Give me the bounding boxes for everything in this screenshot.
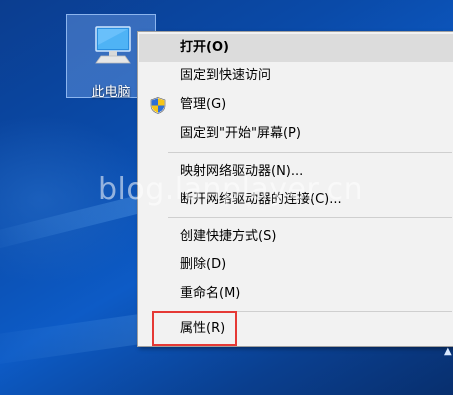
- menu-item-pin-start-label: 固定到"开始"屏幕(P): [180, 126, 301, 141]
- uac-shield-icon: [150, 97, 166, 114]
- menu-item-open[interactable]: 打开(O): [139, 34, 453, 62]
- menu-item-create-shortcut[interactable]: 创建快捷方式(S): [139, 223, 453, 251]
- menu-item-pin-start[interactable]: 固定到"开始"屏幕(P): [139, 120, 453, 148]
- menu-item-pin-quick-access-label: 固定到快速访问: [180, 68, 272, 83]
- menu-item-map-network-drive[interactable]: 映射网络驱动器(N)...: [139, 158, 453, 186]
- computer-monitor-icon: [95, 26, 131, 64]
- menu-item-delete-label: 删除(D): [180, 257, 227, 272]
- menu-item-manage[interactable]: 管理(G): [139, 91, 453, 119]
- menu-item-rename-label: 重命名(M): [180, 286, 241, 301]
- menu-separator: [168, 217, 452, 218]
- menu-item-rename[interactable]: 重命名(M): [139, 280, 453, 308]
- menu-separator: [168, 152, 452, 153]
- chevron-up-icon: ▲: [444, 346, 452, 357]
- menu-item-map-network-drive-label: 映射网络驱动器(N)...: [180, 164, 304, 179]
- menu-item-manage-label: 管理(G): [180, 97, 227, 112]
- context-menu: 打开(O) 固定到快速访问 管理(G) 固定到"开始"屏幕(P) 映射网络驱动器…: [137, 31, 453, 347]
- menu-item-create-shortcut-label: 创建快捷方式(S): [180, 229, 277, 244]
- menu-item-open-label: 打开(O): [180, 40, 229, 55]
- properties-highlight-box: [152, 311, 237, 346]
- menu-item-delete[interactable]: 删除(D): [139, 251, 453, 279]
- menu-item-pin-quick-access[interactable]: 固定到快速访问: [139, 62, 453, 90]
- menu-item-disconnect-network-drive-label: 断开网络驱动器的连接(C)...: [180, 192, 342, 207]
- menu-item-disconnect-network-drive[interactable]: 断开网络驱动器的连接(C)...: [139, 186, 453, 214]
